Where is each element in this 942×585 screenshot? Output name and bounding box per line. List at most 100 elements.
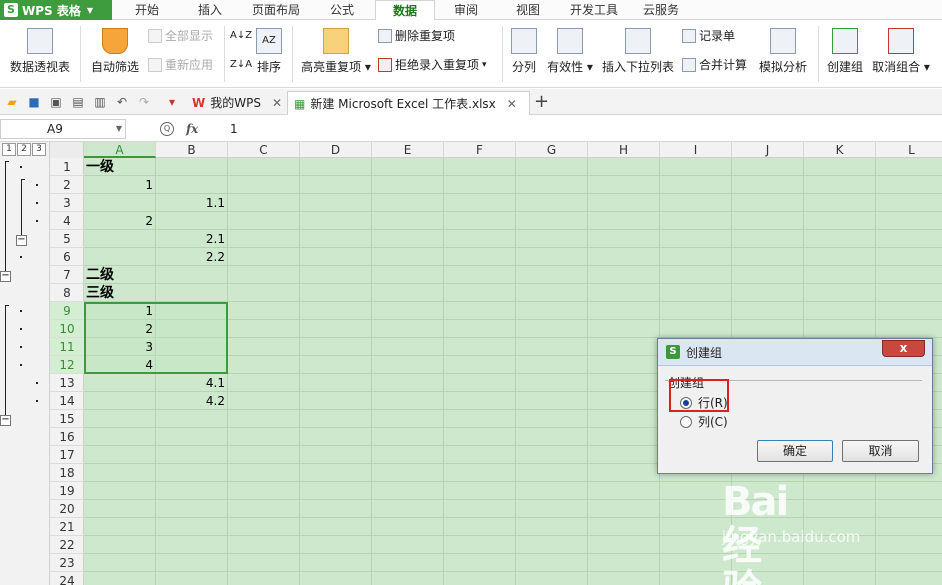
column-header-b[interactable]: B [156,142,228,158]
print-preview-icon[interactable]: ▥ [93,95,107,109]
row-header-18[interactable]: 18 [50,464,84,482]
row-header-2[interactable]: 2 [50,176,84,194]
row-header-23[interactable]: 23 [50,554,84,572]
column-header-c[interactable]: C [228,142,300,158]
tab-insert[interactable]: 插入 [182,0,238,20]
tab-cloud[interactable]: 云服务 [634,0,688,20]
autofilter-button[interactable]: 自动筛选 [86,20,144,88]
save-icon[interactable]: ■ [27,95,41,109]
pivot-table-button[interactable]: 数据透视表 [4,20,76,88]
zoom-icon[interactable]: Q [160,122,174,136]
column-header-h[interactable]: H [588,142,660,158]
reapply-button[interactable]: 重新应用 [148,55,213,75]
column-header-a[interactable]: A [84,142,156,158]
tab-view[interactable]: 视图 [504,0,552,20]
tab-data[interactable]: 数据 [375,0,435,21]
formula-input[interactable]: 1 [230,119,238,139]
ok-button[interactable]: 确定 [757,440,833,462]
close-icon[interactable]: ✕ [507,93,517,115]
column-header-l[interactable]: L [876,142,942,158]
row-header-24[interactable]: 24 [50,572,84,585]
row-header-15[interactable]: 15 [50,410,84,428]
record-sheet-button[interactable]: 记录单 [682,26,735,46]
row-header-7[interactable]: 7 [50,266,84,284]
cell-b6[interactable]: 2.2 [156,248,228,266]
doc-tab-my-wps[interactable]: W 我的WPS ✕ [186,91,288,115]
tab-home[interactable]: 开始 [122,0,172,20]
highlight-duplicates-button[interactable]: 高亮重复项 ▾ [298,20,374,88]
cell-a11[interactable]: 3 [84,338,156,356]
tab-formulas[interactable]: 公式 [316,0,368,20]
cell-a2[interactable]: 1 [84,176,156,194]
ungroup-button[interactable]: 取消组合 ▾ [870,20,932,88]
chevron-down-icon[interactable]: ▼ [116,120,122,138]
row-header-17[interactable]: 17 [50,446,84,464]
tab-page-layout[interactable]: 页面布局 [244,0,308,20]
new-tab-plus-icon[interactable]: + [534,93,549,111]
cell-a8[interactable]: 三级 [84,284,156,302]
column-header-f[interactable]: F [444,142,516,158]
tab-review[interactable]: 审阅 [442,0,490,20]
cell-a10[interactable]: 2 [84,320,156,338]
outline-collapse-button[interactable]: − [0,271,11,282]
column-header-k[interactable]: K [804,142,876,158]
cell-b13[interactable]: 4.1 [156,374,228,392]
tab-developer[interactable]: 开发工具 [562,0,626,20]
row-header-20[interactable]: 20 [50,500,84,518]
row-header-9[interactable]: 9 [50,302,84,320]
column-header-e[interactable]: E [372,142,444,158]
remove-duplicates-button[interactable]: 删除重复项 [378,26,455,46]
row-header-13[interactable]: 13 [50,374,84,392]
row-header-3[interactable]: 3 [50,194,84,212]
row-header-4[interactable]: 4 [50,212,84,230]
cell-a7[interactable]: 二级 [84,266,156,284]
merge-calc-button[interactable]: 合并计算 [682,55,747,75]
close-icon[interactable]: x [882,340,925,357]
row-header-22[interactable]: 22 [50,536,84,554]
sort-asc-button[interactable]: A↓Z [230,26,252,46]
print-icon[interactable]: ▤ [71,95,85,109]
customize-toolbar-icon[interactable]: ▾ [165,95,179,109]
cell-a12[interactable]: 4 [84,356,156,374]
create-group-button[interactable]: 创建组 [822,20,868,88]
close-icon[interactable]: ✕ [272,92,282,114]
row-header-16[interactable]: 16 [50,428,84,446]
cell-a9[interactable]: 1 [84,302,156,320]
function-icon[interactable]: fx [186,122,198,136]
row-header-14[interactable]: 14 [50,392,84,410]
split-column-button[interactable]: 分列 [507,20,541,88]
simulation-analysis-button[interactable]: 模拟分析 [754,20,812,88]
row-header-8[interactable]: 8 [50,284,84,302]
cell-b5[interactable]: 2.1 [156,230,228,248]
cell-a1[interactable]: 一级 [84,158,156,176]
outline-level-3-button[interactable]: 3 [32,143,46,156]
export-pdf-icon[interactable]: ▣ [49,95,63,109]
insert-dropdown-list-button[interactable]: 插入下拉列表 [600,20,676,88]
row-header-19[interactable]: 19 [50,482,84,500]
column-header-d[interactable]: D [300,142,372,158]
cancel-button[interactable]: 取消 [842,440,919,462]
row-header-12[interactable]: 12 [50,356,84,374]
row-header-1[interactable]: 1 [50,158,84,176]
column-header-i[interactable]: I [660,142,732,158]
row-header-11[interactable]: 11 [50,338,84,356]
outline-level-2-button[interactable]: 2 [17,143,31,156]
outline-level-1-button[interactable]: 1 [2,143,16,156]
undo-icon[interactable]: ↶ [115,95,129,109]
cell-b3[interactable]: 1.1 [156,194,228,212]
row-header-5[interactable]: 5 [50,230,84,248]
show-all-button[interactable]: 全部显示 [148,26,213,46]
sort-button[interactable]: AZ 排序 [252,20,286,88]
cell-a4[interactable]: 2 [84,212,156,230]
outline-collapse-button[interactable]: − [16,235,27,246]
app-menu-button[interactable]: S WPS 表格 ▼ [0,0,112,20]
open-folder-icon[interactable]: ▰ [5,95,19,109]
reject-duplicates-button[interactable]: 拒绝录入重复项 ▾ [378,55,487,75]
column-header-j[interactable]: J [732,142,804,158]
row-header-21[interactable]: 21 [50,518,84,536]
cell-b14[interactable]: 4.2 [156,392,228,410]
row-header-6[interactable]: 6 [50,248,84,266]
row-header-10[interactable]: 10 [50,320,84,338]
redo-icon[interactable]: ↷ [137,95,151,109]
radio-column-option[interactable]: 列(C) [680,413,728,430]
